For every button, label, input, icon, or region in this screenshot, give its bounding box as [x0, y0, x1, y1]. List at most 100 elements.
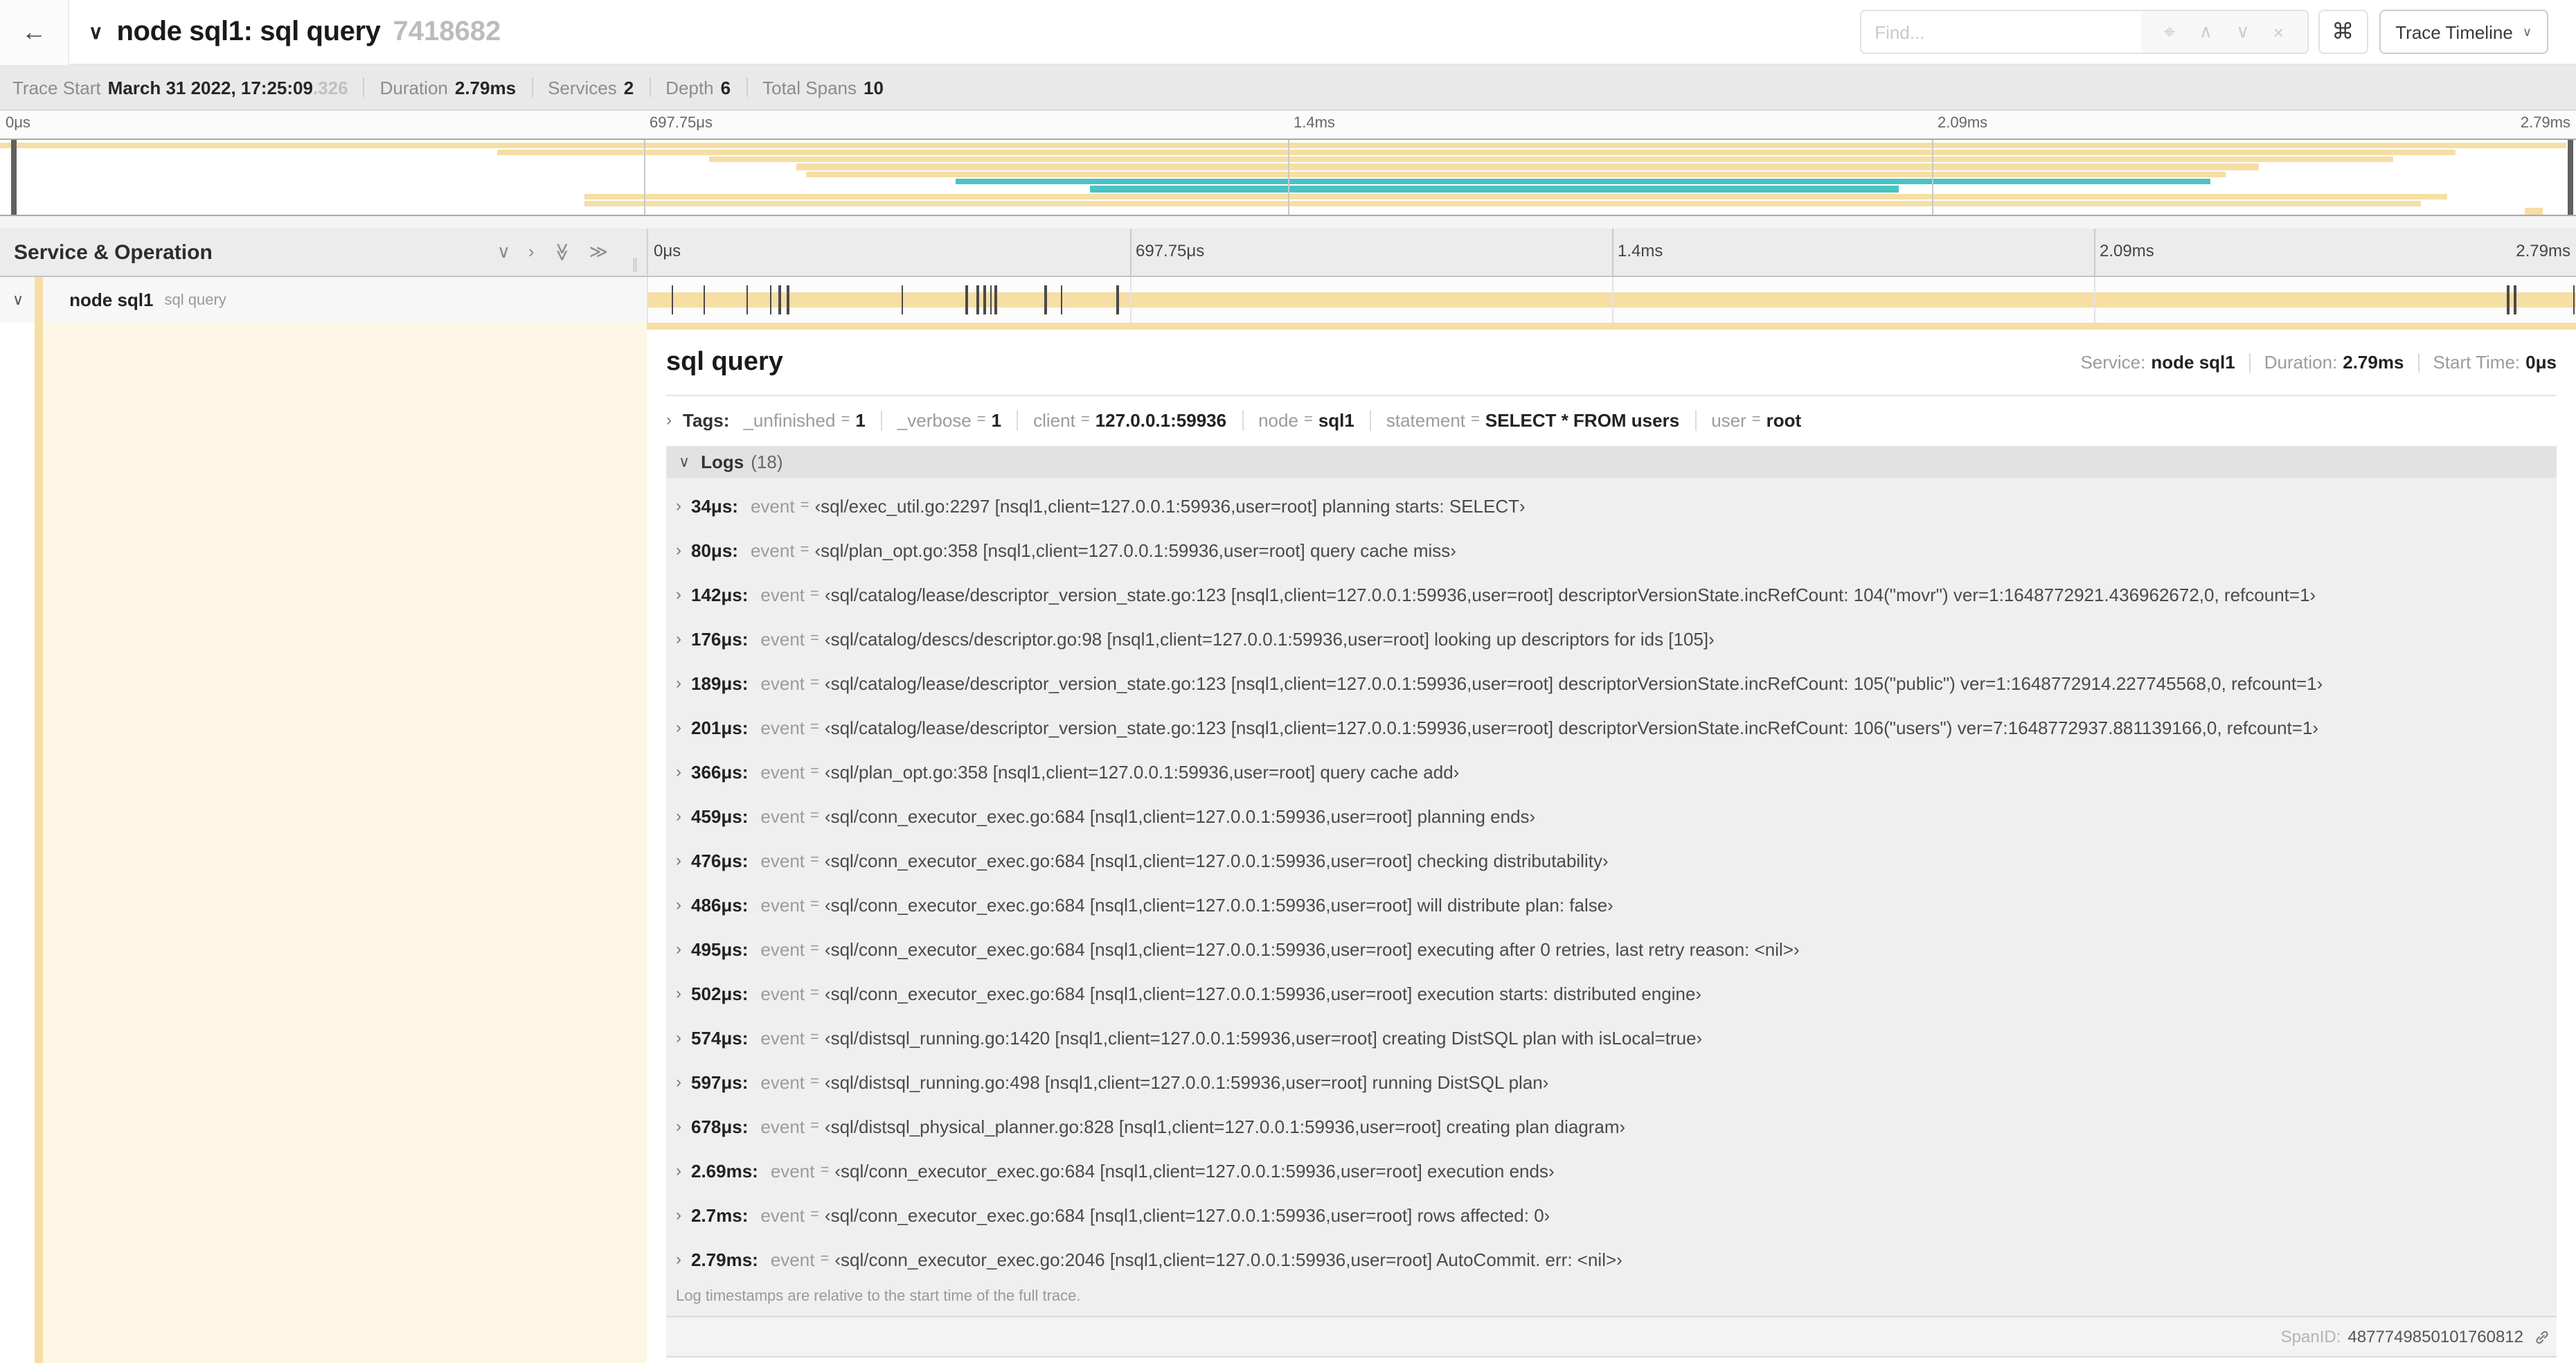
- keyboard-shortcuts-button[interactable]: ⌘: [2318, 10, 2368, 54]
- log-marker-tick[interactable]: [983, 285, 986, 314]
- log-row-toggle-icon[interactable]: ›: [676, 629, 681, 648]
- back-button[interactable]: ←: [0, 0, 69, 64]
- column-resizer-grip[interactable]: ∥: [632, 258, 638, 273]
- log-row[interactable]: › 678μs: event = ‹sql/distsql_physical_plann…: [666, 1104, 2557, 1148]
- log-marker-tick[interactable]: [778, 285, 781, 314]
- log-row[interactable]: › 80μs: event = ‹sql/plan_opt.go:358 [nsql1,…: [666, 528, 2557, 572]
- collapse-all-icon[interactable]: ≫: [551, 242, 573, 261]
- log-row-toggle-icon[interactable]: ›: [676, 718, 681, 737]
- log-marker-tick[interactable]: [965, 285, 967, 314]
- log-marker-tick[interactable]: [671, 285, 674, 314]
- log-field-value: ‹sql/conn_executor_exec.go:684 [nsql1,cl…: [834, 1160, 1555, 1181]
- span-detail-panel: sql query Service: node sql1 Duration: 2…: [647, 323, 2576, 1363]
- log-row-toggle-icon[interactable]: ›: [676, 850, 681, 870]
- chevron-down-icon[interactable]: ∨: [2236, 21, 2249, 43]
- log-marker-tick[interactable]: [2514, 285, 2516, 314]
- log-field-value: ‹sql/conn_executor_exec.go:684 [nsql1,cl…: [824, 805, 1536, 826]
- log-row[interactable]: › 486μs: event = ‹sql/conn_executor_exec.go:…: [666, 882, 2557, 927]
- log-marker-tick[interactable]: [769, 285, 772, 314]
- expand-one-icon[interactable]: ›: [528, 241, 535, 263]
- log-row[interactable]: › 574μs: event = ‹sql/distsql_running.go:142…: [666, 1015, 2557, 1060]
- chevron-down-icon: ∨: [2522, 24, 2532, 38]
- log-row[interactable]: › 495μs: event = ‹sql/conn_executor_exec.go:…: [666, 927, 2557, 971]
- tag-value: 1: [991, 409, 1002, 430]
- span-bar-view[interactable]: [647, 277, 2576, 323]
- link-icon[interactable]: [2533, 1328, 2551, 1346]
- log-timestamp: 459μs:: [691, 805, 749, 826]
- trace-summary-bar: Trace Start March 31 2022, 17:25:09.326 Du…: [0, 65, 2576, 111]
- log-marker-tick[interactable]: [1060, 285, 1063, 314]
- log-row-toggle-icon[interactable]: ›: [676, 762, 681, 781]
- log-row[interactable]: › 189μs: event = ‹sql/catalog/lease/descript…: [666, 661, 2557, 705]
- logs-toggle-icon[interactable]: ∨: [679, 453, 690, 471]
- close-icon[interactable]: ×: [2273, 21, 2284, 42]
- tags-row[interactable]: › Tags: _unfinished = 1 _verbose = 1 client = 12…: [666, 396, 2557, 443]
- log-row-toggle-icon[interactable]: ›: [676, 939, 681, 959]
- log-row[interactable]: › 366μs: event = ‹sql/plan_opt.go:358 [nsql1…: [666, 749, 2557, 794]
- tags-toggle-icon[interactable]: ›: [666, 410, 672, 429]
- equals-sign: =: [810, 630, 819, 647]
- minimap-right-handle[interactable]: [2568, 140, 2573, 215]
- tag-key: node: [1258, 409, 1298, 430]
- log-marker-tick[interactable]: [990, 285, 992, 314]
- log-marker-tick[interactable]: [2573, 285, 2575, 314]
- log-timestamp: 597μs:: [691, 1071, 749, 1092]
- log-row-toggle-icon[interactable]: ›: [676, 540, 681, 560]
- log-row-toggle-icon[interactable]: ›: [676, 1205, 681, 1224]
- log-row-toggle-icon[interactable]: ›: [676, 1116, 681, 1136]
- find-input[interactable]: [1861, 11, 2141, 53]
- log-row-toggle-icon[interactable]: ›: [676, 673, 681, 693]
- span-name-cell[interactable]: ∨ node sql1 sql query: [0, 277, 647, 323]
- log-timestamp: 502μs:: [691, 983, 749, 1004]
- log-row-toggle-icon[interactable]: ›: [676, 1028, 681, 1047]
- log-row-toggle-icon[interactable]: ›: [676, 1072, 681, 1092]
- log-field-value: ‹sql/distsql_running.go:498 [nsql1,clien…: [824, 1071, 1549, 1092]
- tag-value: 1: [855, 409, 866, 430]
- log-marker-tick[interactable]: [787, 285, 789, 314]
- summary-value: March 31 2022, 17:25:09: [107, 77, 313, 98]
- chevron-up-icon[interactable]: ∧: [2199, 21, 2212, 43]
- collapse-controls: ∨ › ≫ ≫: [497, 241, 608, 263]
- log-row-toggle-icon[interactable]: ›: [676, 983, 681, 1003]
- log-marker-tick[interactable]: [1116, 285, 1119, 314]
- log-row[interactable]: › 459μs: event = ‹sql/conn_executor_exec.go:…: [666, 794, 2557, 838]
- span-color-accent: [35, 323, 43, 1363]
- tag-item: client = 127.0.0.1:59936: [1033, 409, 1226, 430]
- log-row[interactable]: › 176μs: event = ‹sql/catalog/descs/descript…: [666, 616, 2557, 661]
- log-row-toggle-icon[interactable]: ›: [676, 1249, 681, 1269]
- log-row[interactable]: › 2.69ms: event = ‹sql/conn_executor_exec.go…: [666, 1148, 2557, 1193]
- log-row[interactable]: › 142μs: event = ‹sql/catalog/lease/descript…: [666, 572, 2557, 616]
- log-row[interactable]: › 201μs: event = ‹sql/catalog/lease/descript…: [666, 705, 2557, 749]
- log-marker-tick[interactable]: [901, 285, 904, 314]
- minimap-left-handle[interactable]: [11, 140, 17, 215]
- span-collapse-icon[interactable]: ∨: [12, 291, 24, 309]
- log-row[interactable]: › 476μs: event = ‹sql/conn_executor_exec.go:…: [666, 838, 2557, 882]
- log-row[interactable]: › 2.7ms: event = ‹sql/conn_executor_exec.go:…: [666, 1193, 2557, 1237]
- expand-all-icon[interactable]: ≫: [589, 241, 608, 263]
- log-marker-tick[interactable]: [1044, 285, 1047, 314]
- minimap-canvas[interactable]: [0, 139, 2576, 216]
- log-row-toggle-icon[interactable]: ›: [676, 806, 681, 826]
- locate-icon[interactable]: ⌖: [2163, 20, 2175, 44]
- log-row-toggle-icon[interactable]: ›: [676, 1161, 681, 1180]
- log-row-toggle-icon[interactable]: ›: [676, 585, 681, 604]
- log-marker-tick[interactable]: [703, 285, 706, 314]
- log-marker-tick[interactable]: [994, 285, 997, 314]
- trace-title-chevron-icon[interactable]: ∨: [89, 20, 103, 44]
- log-row-toggle-icon[interactable]: ›: [676, 496, 681, 515]
- span-id-label: SpanID:: [2280, 1327, 2341, 1346]
- equals-sign: =: [976, 411, 986, 428]
- log-marker-tick[interactable]: [976, 285, 979, 314]
- log-row[interactable]: › 502μs: event = ‹sql/conn_executor_exec.go:…: [666, 971, 2557, 1015]
- summary-label: Depth: [665, 77, 714, 98]
- log-row[interactable]: › 597μs: event = ‹sql/distsql_running.go:498…: [666, 1060, 2557, 1104]
- log-row[interactable]: › 34μs: event = ‹sql/exec_util.go:2297 [nsql…: [666, 483, 2557, 528]
- log-row[interactable]: › 2.79ms: event = ‹sql/conn_executor_exec.go…: [666, 1237, 2557, 1281]
- collapse-one-icon[interactable]: ∨: [497, 241, 510, 263]
- equals-sign: =: [810, 1074, 819, 1090]
- log-row-toggle-icon[interactable]: ›: [676, 895, 681, 914]
- view-selector-button[interactable]: Trace Timeline ∨: [2379, 10, 2548, 54]
- logs-header[interactable]: ∨ Logs (18): [666, 446, 2557, 478]
- log-marker-tick[interactable]: [746, 285, 749, 314]
- log-marker-tick[interactable]: [2507, 285, 2510, 314]
